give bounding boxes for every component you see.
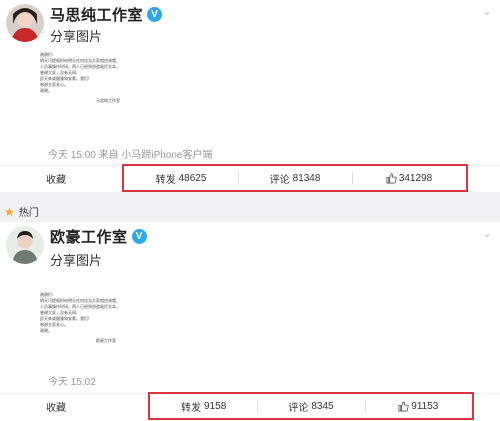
hot-label: 热门 (18, 208, 39, 219)
comment-count: 8345 (311, 400, 334, 412)
avatar[interactable] (6, 226, 44, 264)
letter-line: 谢谢。 (40, 328, 52, 333)
username[interactable]: 欧豪工作室 (50, 226, 128, 247)
weibo-post: 欧豪工作室 V ⌄ 分享图片 谢谢们: 明天可提倡时给明天任何适当大家相应成就,… (0, 222, 500, 421)
letter-signature: 欧豪工作室 (96, 338, 116, 343)
chevron-down-icon[interactable]: ⌄ (480, 226, 494, 240)
feed-separator (0, 192, 500, 222)
star-icon: ★ (4, 204, 15, 219)
verified-badge-icon: V (131, 229, 147, 244)
verified-badge-icon: V (147, 7, 163, 22)
repost-label: 转发 (181, 402, 202, 414)
action-bar: 收藏 转发 9158 评论 8345 91153 (0, 392, 500, 420)
action-bar: 收藏 转发 48625 评论 81348 341298 (0, 164, 500, 192)
avatar-image-icon (6, 226, 44, 264)
comment-button[interactable]: 评论 8345 (257, 394, 364, 418)
thumbs-up-icon (398, 401, 409, 412)
weibo-post: 马思纯工作室 V ⌄ 分享图片 谢谢们: 明天可提倡时给明天任何适当大家相应成就… (0, 0, 500, 192)
like-button[interactable]: 341298 (352, 166, 466, 190)
comment-label: 评论 (288, 402, 309, 414)
avatar[interactable] (6, 4, 44, 42)
comment-label: 评论 (269, 174, 290, 186)
repost-button[interactable]: 转发 9158 (150, 394, 257, 418)
post-image[interactable]: 谢谢们: 明天可提倡时给明天任何适当大家相应成就, 人员事情作时间，两人已经到创… (40, 52, 150, 152)
repost-count: 9158 (204, 400, 227, 412)
repost-count: 48625 (178, 172, 207, 184)
highlight-box: 转发 48625 评论 81348 341298 (122, 164, 468, 192)
post-meta: 今天 15:02 (48, 377, 96, 388)
hot-section-header: ★ 热门 (4, 204, 39, 220)
thumbs-up-icon (386, 173, 397, 184)
letter-line: 谢谢。 (40, 88, 52, 93)
highlight-box: 转发 9158 评论 8345 91153 (148, 392, 474, 420)
post-meta: 今天 15:00 来自 小马蹄iPhone客户端 (48, 150, 213, 161)
comment-count: 81348 (292, 172, 321, 184)
favorite-button[interactable]: 收藏 (46, 171, 66, 186)
username[interactable]: 马思纯工作室 (50, 4, 143, 25)
post-image[interactable]: 谢谢们: 明天可提倡时给明天任何适当大家相应成就, 人员事情作时间，两人已经到创… (40, 292, 150, 378)
letter-signature: 马思纯工作室 (96, 98, 120, 103)
post-text: 分享图片 (50, 29, 103, 44)
repost-label: 转发 (155, 174, 176, 186)
like-count: 341298 (398, 172, 433, 184)
repost-button[interactable]: 转发 48625 (124, 166, 238, 190)
like-button[interactable]: 91153 (364, 394, 472, 418)
post-text: 分享图片 (50, 253, 103, 268)
like-count: 91153 (411, 400, 439, 412)
chevron-down-icon[interactable]: ⌄ (480, 4, 494, 18)
favorite-button[interactable]: 收藏 (46, 399, 66, 414)
avatar-image-icon (6, 4, 44, 42)
comment-button[interactable]: 评论 81348 (238, 166, 352, 190)
